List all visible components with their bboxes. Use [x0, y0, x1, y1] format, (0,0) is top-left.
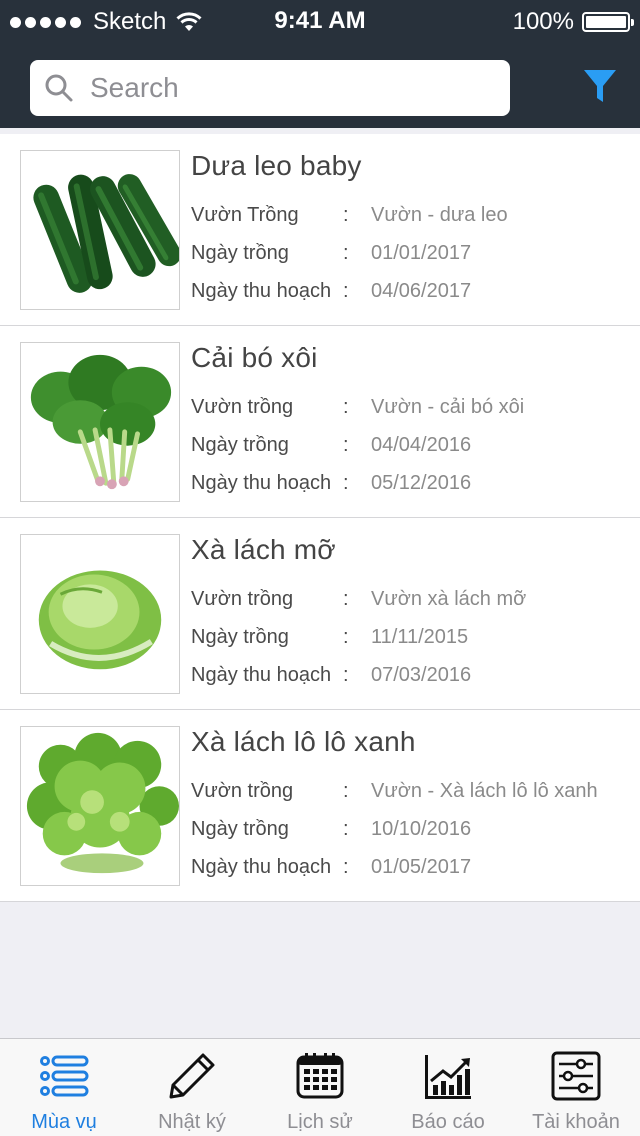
- crop-list-item[interactable]: Xà lách lô lô xanh Vườn trồng : Vườn - X…: [0, 710, 640, 902]
- harvest-date-row: Ngày thu hoạch : 01/05/2017: [191, 856, 631, 879]
- tab-label: Tài khoản: [532, 1111, 620, 1133]
- battery-icon: [582, 12, 634, 32]
- harvest-date-value: 01/05/2017: [371, 856, 472, 878]
- garden-row: Vườn trồng : Vườn - Xà lách lô lô xanh: [191, 780, 631, 803]
- status-bar: Sketch 9:41 AM 100%: [0, 0, 640, 40]
- tab-bao-cao[interactable]: Báo cáo: [384, 1039, 512, 1136]
- plant-date-label: Ngày trồng: [191, 818, 289, 840]
- garden-label: Vườn trồng: [191, 588, 294, 610]
- plant-date-row: Ngày trồng : 10/10/2016: [191, 818, 631, 841]
- crop-list: Dưa leo baby Vườn Trồng : Vườn - dưa leo…: [0, 134, 640, 902]
- garden-value: Vườn xà lách mỡ: [371, 588, 527, 610]
- nav-bar: [0, 40, 640, 128]
- crop-list-item[interactable]: Dưa leo baby Vườn Trồng : Vườn - dưa leo…: [0, 134, 640, 326]
- pencil-icon: [169, 1053, 215, 1099]
- plant-date-row: Ngày trồng : 01/01/2017: [191, 242, 631, 265]
- separator: :: [343, 588, 349, 610]
- garden-label: Vườn trồng: [191, 396, 294, 418]
- plant-date-value: 04/04/2016: [371, 434, 472, 456]
- harvest-date-label: Ngày thu hoạch: [191, 664, 332, 686]
- tab-label: Lịch sử: [287, 1111, 353, 1133]
- garden-row: Vườn trồng : Vườn xà lách mỡ: [191, 588, 631, 611]
- battery-percent: 100%: [512, 8, 574, 35]
- separator: :: [343, 626, 349, 648]
- tab-bar: Mùa vụ Nhật ký Lịch sử Báo cáo Tài khoản: [0, 1038, 640, 1136]
- plant-date-value: 01/01/2017: [371, 242, 472, 264]
- plant-date-label: Ngày trồng: [191, 434, 289, 456]
- garden-label: Vườn Trồng: [191, 204, 299, 226]
- tab-lich-su[interactable]: Lịch sử: [256, 1039, 384, 1136]
- harvest-date-row: Ngày thu hoạch : 05/12/2016: [191, 472, 631, 495]
- tab-tai-khoan[interactable]: Tài khoản: [512, 1039, 640, 1136]
- list-icon: [40, 1055, 89, 1097]
- search-input[interactable]: [90, 72, 490, 104]
- separator: :: [343, 242, 349, 264]
- tab-mua-vu[interactable]: Mùa vụ: [0, 1039, 128, 1136]
- tab-label: Nhật ký: [158, 1111, 226, 1133]
- settings-sliders-icon: [551, 1051, 601, 1101]
- plant-date-label: Ngày trồng: [191, 242, 289, 264]
- separator: :: [343, 818, 349, 840]
- crop-title: Dưa leo baby: [191, 150, 362, 181]
- cucumber-photo: [20, 150, 180, 310]
- tab-label: Báo cáo: [411, 1111, 485, 1133]
- status-battery: 100%: [512, 8, 634, 36]
- separator: :: [343, 204, 349, 226]
- chart-icon: [425, 1055, 471, 1099]
- butter-lettuce-photo: [20, 534, 180, 694]
- calendar-icon: [296, 1053, 344, 1099]
- harvest-date-row: Ngày thu hoạch : 04/06/2017: [191, 280, 631, 303]
- garden-value: Vườn - dưa leo: [371, 204, 508, 226]
- harvest-date-row: Ngày thu hoạch : 07/03/2016: [191, 664, 631, 687]
- harvest-date-value: 05/12/2016: [371, 472, 472, 494]
- tab-label: Mùa vụ: [31, 1111, 97, 1133]
- plant-date-row: Ngày trồng : 11/11/2015: [191, 626, 631, 649]
- search-bar[interactable]: [30, 60, 510, 116]
- plant-date-value: 11/11/2015: [371, 626, 469, 648]
- tab-nhat-ky[interactable]: Nhật ký: [128, 1039, 256, 1136]
- green-lollo-lettuce-photo: [20, 726, 180, 886]
- crop-title: Cải bó xôi: [191, 342, 318, 373]
- separator: :: [343, 780, 349, 802]
- plant-date-label: Ngày trồng: [191, 626, 289, 648]
- plant-date-row: Ngày trồng : 04/04/2016: [191, 434, 631, 457]
- search-icon: [45, 74, 73, 102]
- garden-label: Vườn trồng: [191, 780, 294, 802]
- harvest-date-label: Ngày thu hoạch: [191, 472, 332, 494]
- garden-value: Vườn - cải bó xôi: [371, 396, 525, 418]
- harvest-date-value: 07/03/2016: [371, 664, 472, 686]
- separator: :: [343, 472, 349, 494]
- crop-title: Xà lách mỡ: [191, 534, 336, 565]
- separator: :: [343, 856, 349, 878]
- harvest-date-label: Ngày thu hoạch: [191, 280, 332, 302]
- plant-date-value: 10/10/2016: [371, 818, 472, 840]
- spinach-photo: [20, 342, 180, 502]
- garden-value: Vườn - Xà lách lô lô xanh: [371, 780, 598, 802]
- harvest-date-label: Ngày thu hoạch: [191, 856, 332, 878]
- separator: :: [343, 664, 349, 686]
- separator: :: [343, 280, 349, 302]
- crop-list-item[interactable]: Xà lách mỡ Vườn trồng : Vườn xà lách mỡ …: [0, 518, 640, 710]
- separator: :: [343, 396, 349, 418]
- crop-list-item[interactable]: Cải bó xôi Vườn trồng : Vườn - cải bó xô…: [0, 326, 640, 518]
- garden-row: Vườn trồng : Vườn - cải bó xôi: [191, 396, 631, 419]
- filter-icon[interactable]: [582, 66, 618, 106]
- crop-title: Xà lách lô lô xanh: [191, 726, 416, 757]
- garden-row: Vườn Trồng : Vườn - dưa leo: [191, 204, 631, 227]
- separator: :: [343, 434, 349, 456]
- harvest-date-value: 04/06/2017: [371, 280, 472, 302]
